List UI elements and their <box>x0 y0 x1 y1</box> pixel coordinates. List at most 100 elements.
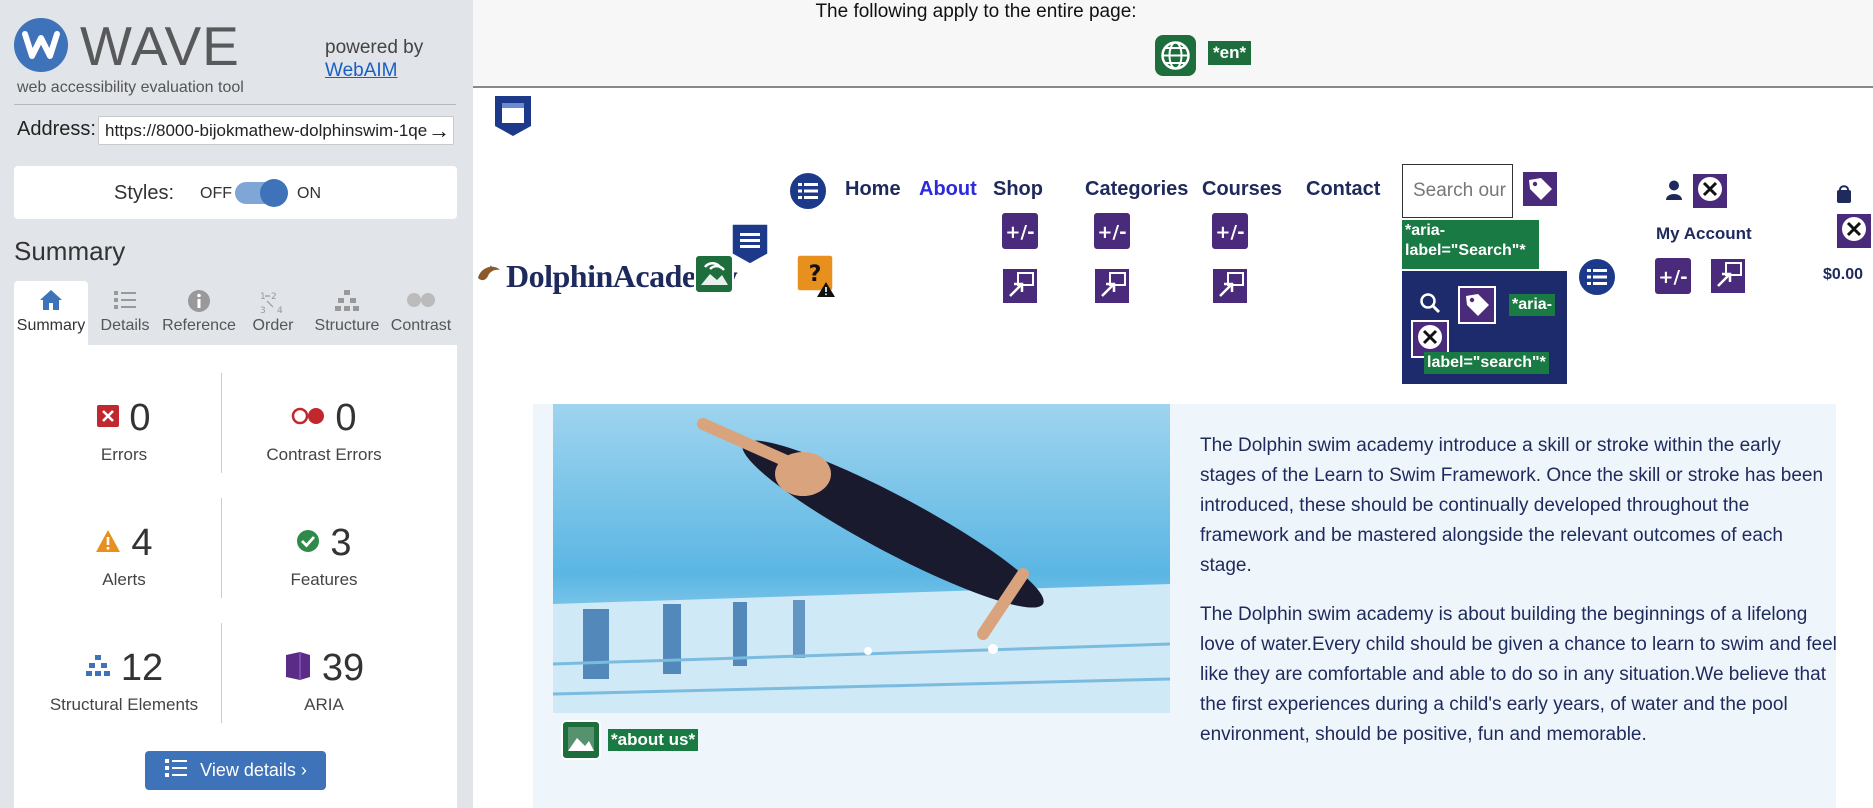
swimmer-image <box>553 404 1170 713</box>
styles-label: Styles: <box>114 182 175 204</box>
styles-toggle-card: Styles: OFF ON <box>14 166 457 219</box>
about-paragraph-1: The Dolphin swim academy introduce a ski… <box>1200 435 1824 576</box>
view-details-label: View details › <box>200 760 307 780</box>
contrast-icon <box>384 281 458 311</box>
stat-alerts[interactable]: 4 Alerts <box>24 522 224 590</box>
stat-structural[interactable]: 12 Structural Elements <box>24 647 224 715</box>
image-icon[interactable] <box>561 720 601 760</box>
list-icon <box>88 281 162 311</box>
address-input[interactable]: https://8000-bijokmathew-dolphinswim-1qe <box>98 116 454 145</box>
aria-label-icon[interactable] <box>1519 168 1561 210</box>
features-label: Features <box>290 570 358 589</box>
about-paragraph-2: The Dolphin swim academy is about buildi… <box>1200 604 1837 745</box>
alert-icon <box>95 529 121 558</box>
structure-icon <box>85 654 111 683</box>
stat-features[interactable]: 3 Features <box>224 522 424 590</box>
shopping-bag-icon[interactable] <box>1835 184 1853 204</box>
header-landmark-icon[interactable] <box>493 94 533 138</box>
aria-expanded-icon[interactable]: +/- <box>1092 211 1132 251</box>
aria-label-search-tag-2a: *aria- <box>1509 294 1556 316</box>
nav-contact[interactable]: Contact <box>1306 178 1380 201</box>
aria-icon <box>284 651 312 686</box>
aria-label-search-tag-2b: label="search"* <box>1424 352 1549 374</box>
summary-panel: 0 Errors 0 Contrast Errors 4 Alerts 3 Fe… <box>14 345 457 808</box>
wave-logo-text: WAVE <box>80 15 240 77</box>
view-details-button[interactable]: View details › <box>145 751 326 790</box>
user-icon[interactable] <box>1665 180 1683 200</box>
svg-text:+/-: +/- <box>1658 267 1687 288</box>
my-account-link[interactable]: My Account <box>1656 224 1752 244</box>
svg-text:2: 2 <box>271 292 277 302</box>
address-label: Address: <box>17 118 96 140</box>
aria-expanded-icon[interactable]: +/- <box>1210 211 1250 251</box>
globe-icon[interactable] <box>1155 35 1196 76</box>
alt-text-tag: *about us* <box>608 729 699 751</box>
aria-expanded-icon[interactable]: +/- <box>1000 211 1040 251</box>
tab-reference[interactable]: Reference <box>162 281 236 345</box>
nav-courses[interactable]: Courses <box>1202 178 1282 201</box>
page-wide-annotations: The following apply to the entire page: … <box>473 0 1873 88</box>
nav-home[interactable]: Home <box>845 178 901 201</box>
powered-by: powered by WebAIM <box>325 36 423 82</box>
contrast-error-icon <box>291 407 325 430</box>
list-icon[interactable] <box>1576 256 1618 298</box>
aria-popup-icon[interactable] <box>1092 266 1132 306</box>
tab-order[interactable]: 1234 Order <box>236 281 310 345</box>
aria-hidden-icon[interactable] <box>1833 210 1873 252</box>
dolphin-logo-icon <box>475 260 503 288</box>
order-icon: 123 4 <box>236 281 310 316</box>
nav-about[interactable]: About <box>919 178 977 201</box>
alerts-count: 4 <box>131 522 153 564</box>
styles-off-label: OFF <box>200 185 232 202</box>
arrow-right-icon[interactable]: → <box>426 118 452 144</box>
contrast-errors-label: Contrast Errors <box>266 445 382 464</box>
svg-text:?: ? <box>809 262 822 287</box>
wave-tabs: Summary Details Reference 1234 Order Str… <box>14 281 457 345</box>
errors-count: 0 <box>129 397 151 439</box>
structure-icon <box>310 281 384 311</box>
aria-label: ARIA <box>304 695 344 714</box>
search-input[interactable]: Search our shop <box>1402 164 1513 218</box>
styles-toggle-knob[interactable] <box>260 179 288 207</box>
feature-check-icon <box>296 529 320 558</box>
tab-structure[interactable]: Structure <box>310 281 384 345</box>
powered-by-label: powered by <box>325 37 424 58</box>
features-count: 3 <box>330 522 352 564</box>
errors-label: Errors <box>100 445 148 464</box>
page-wide-heading: The following apply to the entire page: <box>815 1 1137 22</box>
list-icon <box>164 757 188 784</box>
wave-sidebar: WAVE web accessibility evaluation tool p… <box>0 0 473 808</box>
aria-label-icon[interactable] <box>1456 284 1498 326</box>
tab-contrast[interactable]: Contrast <box>384 281 458 345</box>
aria-hidden-icon[interactable] <box>1689 170 1731 212</box>
aria-popup-icon[interactable] <box>1708 256 1748 296</box>
contrast-errors-count: 0 <box>335 397 357 439</box>
aria-expanded-icon[interactable]: +/- <box>1653 256 1693 296</box>
linked-image-icon[interactable] <box>694 254 734 294</box>
alerts-label: Alerts <box>102 570 146 589</box>
nav-categories[interactable]: Categories <box>1085 178 1188 201</box>
nav-shop[interactable]: Shop <box>993 178 1043 201</box>
styles-on-label: ON <box>297 185 321 202</box>
svg-text:3: 3 <box>260 306 266 315</box>
tab-details[interactable]: Details <box>88 281 162 345</box>
info-icon <box>162 281 236 312</box>
divider <box>14 104 456 105</box>
svg-text:+/-: +/- <box>1005 222 1034 243</box>
alert-unknown-icon[interactable]: ? <box>796 254 836 298</box>
evaluated-page: The following apply to the entire page: … <box>473 0 1873 808</box>
language-tag: *en* <box>1208 41 1252 65</box>
tab-summary[interactable]: Summary <box>14 281 88 345</box>
aria-label-search-tag: *aria-label="Search"* <box>1402 220 1539 269</box>
html5-landmark-icon[interactable] <box>730 222 770 266</box>
stat-errors[interactable]: 0 Errors <box>24 397 224 465</box>
aria-popup-icon[interactable] <box>1000 266 1040 306</box>
aria-popup-icon[interactable] <box>1210 266 1250 306</box>
stat-aria[interactable]: 39 ARIA <box>224 647 424 715</box>
list-icon[interactable] <box>787 170 829 212</box>
search-icon[interactable] <box>1419 292 1441 314</box>
home-icon <box>14 281 88 311</box>
webaim-link[interactable]: WebAIM <box>325 59 423 82</box>
cart-total[interactable]: $0.00 <box>1823 266 1863 284</box>
stat-contrast-errors[interactable]: 0 Contrast Errors <box>224 397 424 465</box>
